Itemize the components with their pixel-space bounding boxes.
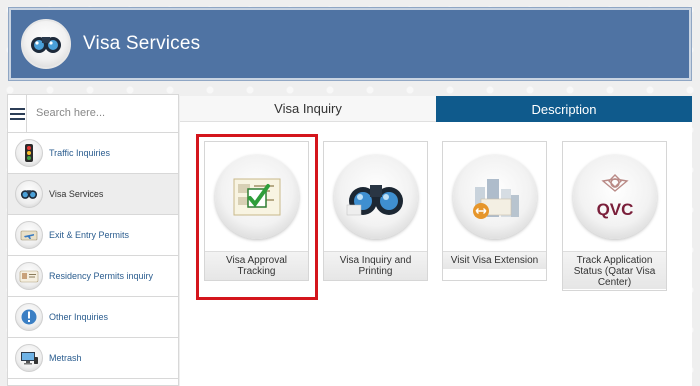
hamburger-menu-icon[interactable] (8, 95, 27, 133)
sidebar-item-label: Metrash (49, 353, 82, 363)
traffic-light-icon (15, 139, 43, 167)
card-label: Visit Visa Extension (443, 251, 546, 269)
card-label: Track Application Status (Qatar Visa Cen… (563, 251, 666, 289)
card-image: QVC (563, 142, 666, 252)
binoculars-icon (21, 19, 71, 69)
building-extension-icon (452, 155, 537, 239)
card-label: Visa Approval Tracking (205, 251, 308, 280)
sidebar: Traffic Inquiries Visa Services Exit & E… (7, 94, 179, 386)
sidebar-item-other-inquiries[interactable]: Other Inquiries (8, 297, 178, 338)
checklist-icon (214, 155, 299, 239)
tab-description[interactable]: Description (436, 96, 692, 122)
sidebar-item-label: Exit & Entry Permits (49, 230, 130, 240)
card-visa-inquiry-printing[interactable]: Visa Inquiry and Printing (323, 141, 428, 281)
page-title: Visa Services (83, 33, 201, 54)
sidebar-item-label: Other Inquiries (49, 312, 109, 322)
sidebar-item-label: Traffic Inquiries (49, 148, 111, 158)
page-header: Visa Services (9, 8, 691, 80)
services-panel: Visa Approval Tracking Visa Inquiry and … (180, 122, 692, 386)
sidebar-search-row (8, 95, 178, 133)
id-card-icon (15, 262, 43, 290)
sidebar-item-metrash[interactable]: Metrash (8, 338, 178, 379)
airplane-icon (15, 221, 43, 249)
sidebar-item-label: Visa Services (49, 189, 104, 199)
tab-bar: Visa Inquiry Description (180, 96, 692, 122)
card-image (443, 142, 546, 252)
svg-text:QVC: QVC (596, 200, 633, 219)
card-track-application-status[interactable]: QVC Track Application Status (Qatar Visa… (562, 141, 667, 291)
card-label: Visa Inquiry and Printing (324, 251, 427, 280)
sidebar-item-traffic-inquiries[interactable]: Traffic Inquiries (8, 133, 178, 174)
binoculars-icon (333, 155, 418, 239)
card-image (205, 142, 308, 252)
sidebar-item-visa-services[interactable]: Visa Services (8, 174, 178, 215)
sidebar-item-exit-entry-permits[interactable]: Exit & Entry Permits (8, 215, 178, 256)
card-visa-approval-tracking[interactable]: Visa Approval Tracking (204, 141, 309, 281)
qvc-logo-icon: QVC (572, 155, 657, 239)
binoculars-icon (15, 180, 43, 208)
sidebar-item-label: Residency Permits inquiry (49, 271, 154, 281)
search-input[interactable] (27, 95, 178, 131)
card-image (324, 142, 427, 252)
tab-visa-inquiry[interactable]: Visa Inquiry (180, 96, 436, 122)
exclamation-icon (15, 303, 43, 331)
computer-icon (15, 344, 43, 372)
sidebar-item-residency-permits[interactable]: Residency Permits inquiry (8, 256, 178, 297)
card-visit-visa-extension[interactable]: Visit Visa Extension (442, 141, 547, 281)
